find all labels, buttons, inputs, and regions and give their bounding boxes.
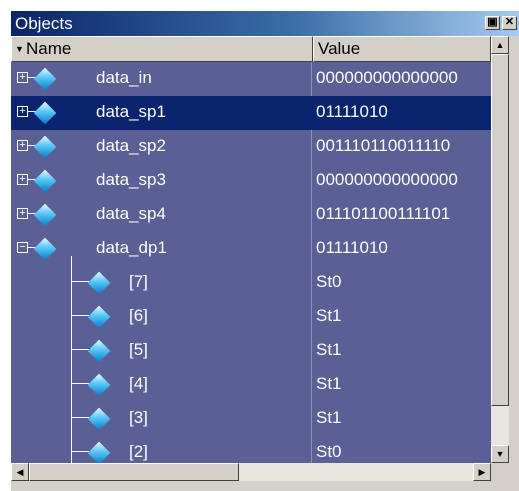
item-name: data_sp2	[96, 136, 166, 155]
item-value: 01111010	[316, 102, 388, 121]
item-value: St1	[316, 340, 342, 359]
panel-edge	[509, 36, 519, 491]
hscroll-thumb[interactable]	[29, 463, 239, 481]
item-value: St0	[316, 272, 342, 291]
signal-icon	[33, 135, 57, 159]
item-name: [5]	[129, 340, 148, 359]
bit-icon	[87, 305, 111, 329]
item-value: 01111010	[316, 238, 388, 257]
scroll-thumb[interactable]	[491, 54, 509, 406]
column-value-header[interactable]: Value	[313, 36, 491, 62]
list-item-child[interactable]: [5] St1	[11, 334, 491, 368]
window-title: Objects	[15, 14, 73, 33]
column-name-label: Name	[26, 39, 72, 58]
tree-connector	[71, 451, 89, 452]
item-name: data_sp1	[96, 102, 166, 121]
item-value: St0	[316, 442, 342, 461]
bit-icon	[87, 339, 111, 363]
list-item[interactable]: − data_dp1 01111010	[11, 232, 491, 266]
expand-icon[interactable]: +	[17, 208, 28, 219]
signal-icon	[33, 237, 57, 261]
item-name: [4]	[129, 374, 148, 393]
vertical-scrollbar[interactable]: ▲ ▼	[491, 36, 509, 463]
scroll-down-icon[interactable]: ▼	[491, 445, 509, 463]
item-name: [6]	[129, 306, 148, 325]
expand-icon[interactable]: +	[17, 106, 28, 117]
signal-icon	[33, 67, 57, 91]
signal-icon	[33, 101, 57, 125]
expand-icon[interactable]: +	[17, 174, 28, 185]
column-name-header[interactable]: ▼ Name	[11, 36, 313, 62]
scroll-left-icon[interactable]: ◀	[11, 463, 29, 481]
item-name: data_in	[96, 68, 152, 87]
list-item[interactable]: + data_sp4 011101100111101	[11, 198, 491, 232]
list-item-child[interactable]: [3] St1	[11, 402, 491, 436]
bit-icon	[87, 271, 111, 295]
tree-connector	[71, 383, 89, 384]
signal-icon	[33, 203, 57, 227]
bit-icon	[87, 441, 111, 463]
tree-connector	[71, 281, 89, 282]
item-name: data_sp4	[96, 204, 166, 223]
collapse-icon[interactable]: −	[17, 242, 28, 253]
list-item-child[interactable]: [2] St0	[11, 436, 491, 463]
scroll-corner	[491, 463, 509, 481]
tree-connector	[71, 349, 89, 350]
item-name: [7]	[129, 272, 148, 291]
sort-arrow-icon[interactable]: ▼	[15, 37, 24, 61]
objects-list: + data_in 000000000000000 + data_sp1 011…	[11, 62, 491, 463]
list-item[interactable]: + data_in 000000000000000	[11, 62, 491, 96]
list-item[interactable]: + data_sp3 000000000000000	[11, 164, 491, 198]
item-value: St1	[316, 374, 342, 393]
item-value: St1	[316, 306, 342, 325]
item-value: 000000000000000	[316, 68, 458, 87]
bit-icon	[87, 407, 111, 431]
item-value: 001110110011110	[316, 136, 451, 155]
list-item-selected[interactable]: + data_sp1 01111010	[11, 96, 491, 130]
list-item-child[interactable]: [4] St1	[11, 368, 491, 402]
item-value: 000000000000000	[316, 170, 458, 189]
expand-icon[interactable]: +	[17, 72, 28, 83]
signal-icon	[33, 169, 57, 193]
objects-window: Objects ▣ ✕ ▼ Name Value + data_in 00000…	[11, 11, 519, 491]
item-name: [3]	[129, 408, 148, 427]
tree-connector	[71, 315, 89, 316]
item-value: 011101100111101	[316, 204, 451, 223]
title-bar[interactable]: Objects ▣ ✕	[11, 11, 519, 36]
list-item-child[interactable]: [6] St1	[11, 300, 491, 334]
scroll-up-icon[interactable]: ▲	[491, 36, 509, 54]
horizontal-scrollbar[interactable]: ◀ ▶	[11, 463, 491, 481]
column-value-label: Value	[318, 39, 361, 58]
bit-icon	[87, 373, 111, 397]
tree-connector	[71, 417, 89, 418]
item-name: data_dp1	[96, 238, 167, 257]
column-header: ▼ Name Value	[11, 36, 491, 62]
item-name: [2]	[129, 442, 148, 461]
item-value: St1	[316, 408, 342, 427]
list-item[interactable]: + data_sp2 001110110011110	[11, 130, 491, 164]
list-item-child[interactable]: [7] St0	[11, 266, 491, 300]
item-name: data_sp3	[96, 170, 166, 189]
scroll-right-icon[interactable]: ▶	[473, 463, 491, 481]
expand-icon[interactable]: +	[17, 140, 28, 151]
close-icon[interactable]: ✕	[502, 16, 517, 30]
undock-icon[interactable]: ▣	[485, 16, 500, 30]
